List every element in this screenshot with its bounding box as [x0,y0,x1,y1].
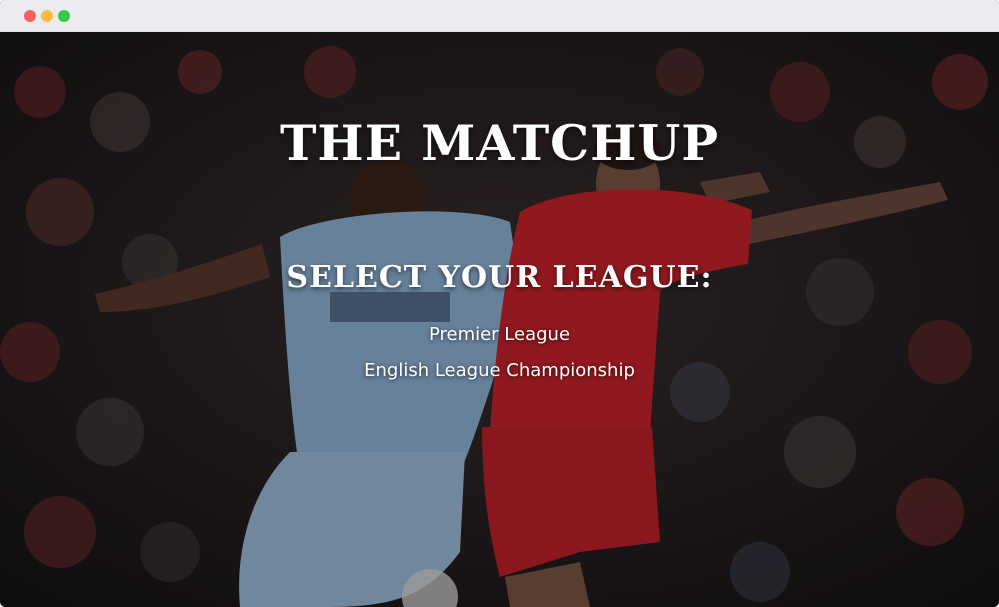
hero-section: THE MATCHUP SELECT YOUR LEAGUE: Premier … [0,32,999,607]
site-title: THE MATCHUP [279,114,720,172]
window-titlebar [0,0,999,32]
league-list: Premier League English League Championsh… [0,320,999,392]
browser-window: THE MATCHUP SELECT YOUR LEAGUE: Premier … [0,0,999,607]
zoom-window-button[interactable] [58,10,70,22]
close-window-button[interactable] [24,10,36,22]
minimize-window-button[interactable] [41,10,53,22]
league-option-english-league-championship[interactable]: English League Championship [0,356,999,392]
league-select-heading: SELECT YOUR LEAGUE: [286,260,713,295]
league-option-premier-league[interactable]: Premier League [0,320,999,356]
